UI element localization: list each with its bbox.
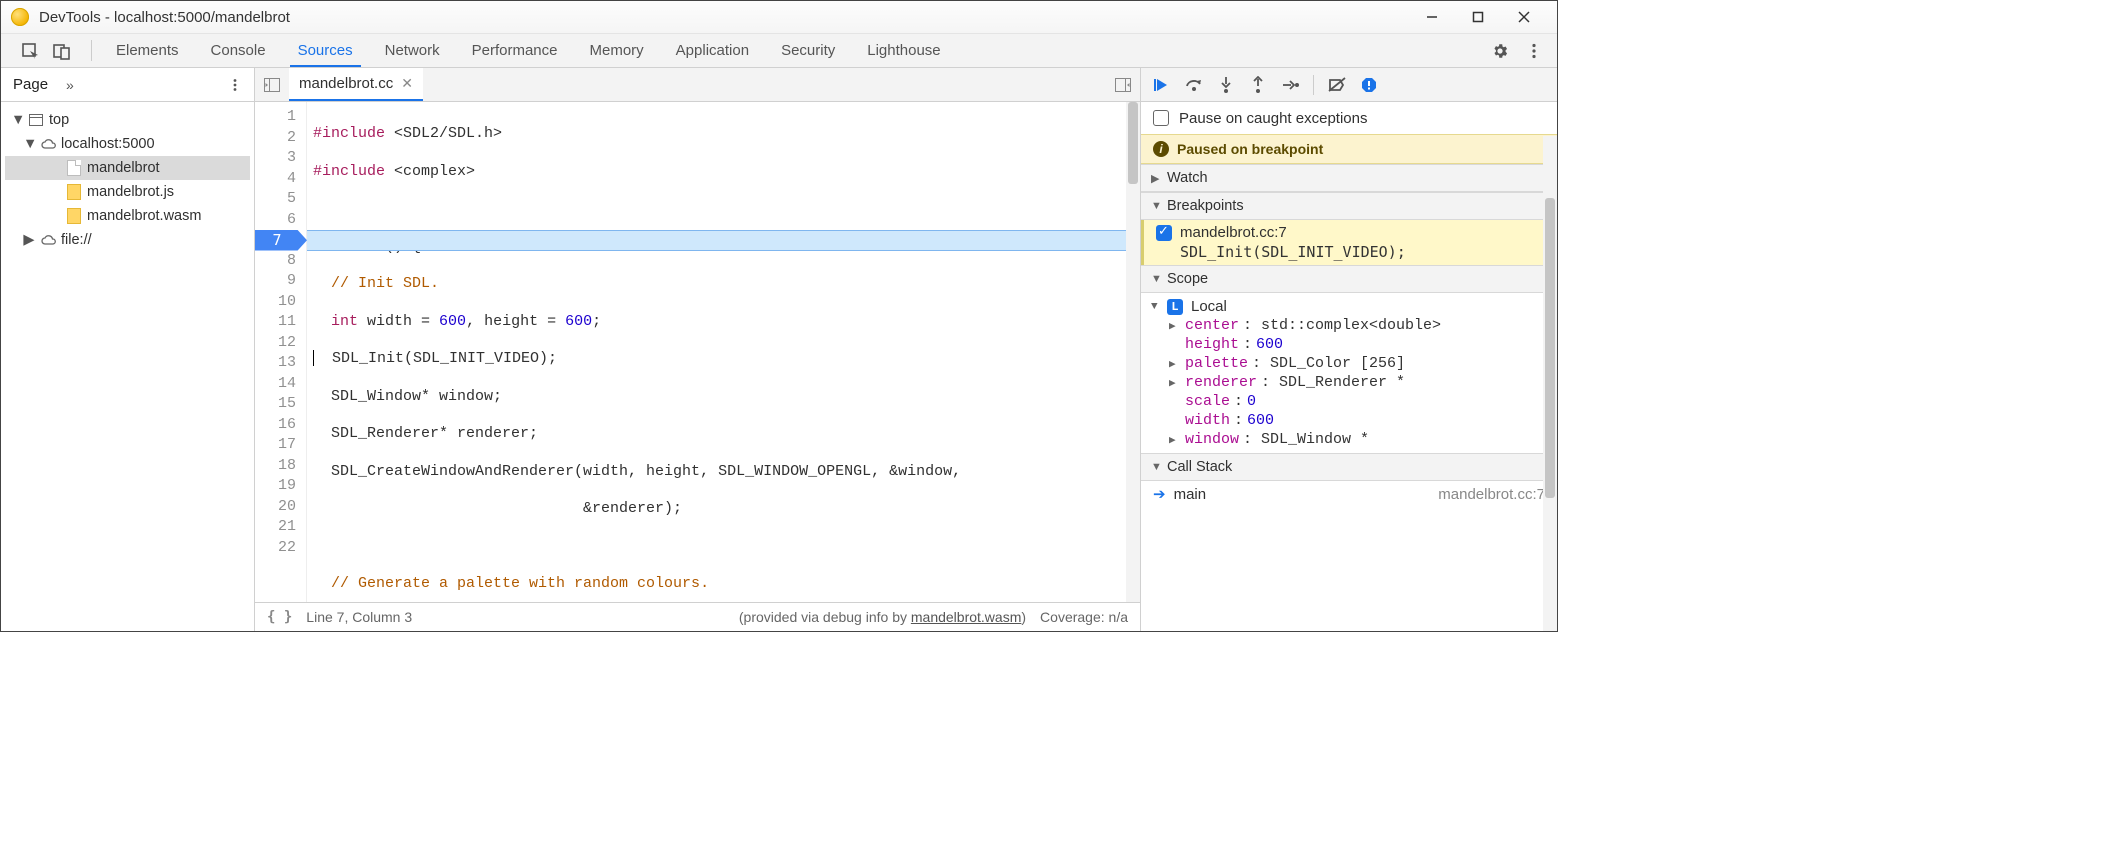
section-scope[interactable]: ▼Scope xyxy=(1141,265,1557,293)
var-window[interactable]: ▶window: SDL_Window * xyxy=(1169,430,1557,449)
var-renderer[interactable]: ▶renderer: SDL_Renderer * xyxy=(1169,373,1557,392)
tree-file-mandelbrot-js[interactable]: mandelbrot.js xyxy=(5,180,250,204)
tab-elements[interactable]: Elements xyxy=(100,34,195,67)
tab-performance[interactable]: Performance xyxy=(456,34,574,67)
kebab-icon[interactable] xyxy=(1525,42,1543,60)
inspect-icon[interactable] xyxy=(21,42,39,60)
var-height[interactable]: height: 600 xyxy=(1169,335,1557,354)
toggle-navigator-icon[interactable] xyxy=(255,68,289,101)
debug-info-source: (provided via debug info by mandelbrot.w… xyxy=(739,609,1026,625)
window-icon xyxy=(27,114,45,126)
tree-node-top[interactable]: ▼ top xyxy=(5,108,250,132)
file-tab-label: mandelbrot.cc xyxy=(299,75,393,92)
breakpoint-code: SDL_Init(SDL_INIT_VIDEO); xyxy=(1180,243,1406,261)
step-over-button[interactable] xyxy=(1181,72,1207,98)
file-icon xyxy=(65,208,83,224)
expand-icon[interactable]: ▼ xyxy=(11,112,23,128)
tree-node-host[interactable]: ▼ localhost:5000 xyxy=(5,132,250,156)
file-tab-mandelbrot-cc[interactable]: mandelbrot.cc ✕ xyxy=(289,68,423,101)
var-width[interactable]: width: 600 xyxy=(1169,411,1557,430)
paused-banner: i Paused on breakpoint xyxy=(1141,134,1557,164)
tab-security[interactable]: Security xyxy=(765,34,851,67)
settings-icon[interactable] xyxy=(1491,42,1509,60)
pretty-print-icon[interactable]: { } xyxy=(267,609,292,625)
pause-on-caught-label: Pause on caught exceptions xyxy=(1179,110,1367,127)
tree-label: top xyxy=(49,112,69,128)
line-gutter[interactable]: 123456 7 8910111213141516171819202122 xyxy=(255,102,307,602)
callstack-frame-main[interactable]: ➔ main mandelbrot.cc:7 xyxy=(1141,481,1557,507)
section-callstack[interactable]: ▼Call Stack xyxy=(1141,453,1557,481)
file-icon xyxy=(65,184,83,200)
code-content[interactable]: #include <SDL2/SDL.h> #include <complex>… xyxy=(307,102,1140,602)
cloud-icon xyxy=(39,234,57,246)
chrome-icon xyxy=(11,8,29,26)
debugger-panel: Pause on caught exceptions i Paused on b… xyxy=(1141,68,1557,631)
breakpoint-checkbox[interactable] xyxy=(1156,225,1172,241)
deactivate-breakpoints-button[interactable] xyxy=(1324,72,1350,98)
tab-lighthouse[interactable]: Lighthouse xyxy=(851,34,956,67)
tab-sources[interactable]: Sources xyxy=(282,34,369,67)
device-toggle-icon[interactable] xyxy=(53,42,71,60)
var-center[interactable]: ▶center: std::complex<double> xyxy=(1169,316,1557,335)
section-watch[interactable]: ▶Watch xyxy=(1141,164,1557,192)
navigator-kebab-icon[interactable] xyxy=(228,78,242,92)
section-breakpoints[interactable]: ▼Breakpoints xyxy=(1141,192,1557,220)
minimize-button[interactable] xyxy=(1409,1,1455,34)
expand-icon[interactable]: ▶ xyxy=(23,232,35,248)
window-title: DevTools - localhost:5000/mandelbrot xyxy=(39,9,1409,26)
resume-button[interactable] xyxy=(1149,72,1175,98)
step-out-button[interactable] xyxy=(1245,72,1271,98)
tree-label: file:// xyxy=(61,232,92,248)
local-badge-icon: L xyxy=(1167,299,1183,315)
tree-label: mandelbrot.wasm xyxy=(87,208,201,224)
tree-node-file-scheme[interactable]: ▶ file:// xyxy=(5,228,250,252)
navigator-more-tabs-icon[interactable]: » xyxy=(66,77,74,93)
scope-local[interactable]: ▼L Local xyxy=(1151,297,1557,316)
coverage-status: Coverage: n/a xyxy=(1040,609,1128,625)
editor-panel: mandelbrot.cc ✕ 7 123456 7 8910111213141… xyxy=(255,68,1141,631)
breakpoint-item[interactable]: mandelbrot.cc:7 SDL_Init(SDL_INIT_VIDEO)… xyxy=(1141,220,1557,265)
navigator-tab-page[interactable]: Page xyxy=(13,68,48,101)
cursor-position: Line 7, Column 3 xyxy=(306,609,412,625)
tree-file-mandelbrot-wasm[interactable]: mandelbrot.wasm xyxy=(5,204,250,228)
info-icon: i xyxy=(1153,141,1169,157)
tab-memory[interactable]: Memory xyxy=(574,34,660,67)
code-editor[interactable]: 7 123456 7 8910111213141516171819202122 … xyxy=(255,102,1140,602)
tab-network[interactable]: Network xyxy=(369,34,456,67)
var-palette[interactable]: ▶palette: SDL_Color [256] xyxy=(1169,354,1557,373)
scope-list: ▼L Local ▶center: std::complex<double> h… xyxy=(1141,293,1557,453)
tab-application[interactable]: Application xyxy=(660,34,765,67)
file-icon xyxy=(65,160,83,176)
cloud-icon xyxy=(39,138,57,150)
expand-icon[interactable]: ▼ xyxy=(23,136,35,152)
tree-label: mandelbrot.js xyxy=(87,184,174,200)
current-frame-icon: ➔ xyxy=(1153,485,1166,503)
callstack-location: mandelbrot.cc:7 xyxy=(1438,486,1545,503)
tree-file-mandelbrot[interactable]: mandelbrot xyxy=(5,156,250,180)
debugger-scrollbar[interactable] xyxy=(1543,136,1557,631)
debug-info-link[interactable]: mandelbrot.wasm xyxy=(911,609,1022,625)
window-titlebar: DevTools - localhost:5000/mandelbrot xyxy=(1,1,1557,34)
tree-label: localhost:5000 xyxy=(61,136,155,152)
step-button[interactable] xyxy=(1277,72,1303,98)
devtools-tabstrip: Elements Console Sources Network Perform… xyxy=(1,34,1557,68)
tab-console[interactable]: Console xyxy=(195,34,282,67)
pause-on-caught-checkbox[interactable] xyxy=(1153,110,1169,126)
tree-label: mandelbrot xyxy=(87,160,160,176)
pause-on-exceptions-button[interactable] xyxy=(1356,72,1382,98)
toggle-debugger-icon[interactable] xyxy=(1106,68,1140,101)
var-scale[interactable]: scale: 0 xyxy=(1169,392,1557,411)
step-into-button[interactable] xyxy=(1213,72,1239,98)
breakpoint-location: mandelbrot.cc:7 xyxy=(1180,224,1287,241)
editor-statusbar: { } Line 7, Column 3 (provided via debug… xyxy=(255,602,1140,631)
close-button[interactable] xyxy=(1501,1,1547,34)
file-tree: ▼ top ▼ localhost:5000 mandelbrot mandel… xyxy=(1,102,254,258)
maximize-button[interactable] xyxy=(1455,1,1501,34)
close-tab-icon[interactable]: ✕ xyxy=(401,75,413,92)
navigator-panel: Page » ▼ top ▼ localhost:5000 mandelbrot xyxy=(1,68,255,631)
